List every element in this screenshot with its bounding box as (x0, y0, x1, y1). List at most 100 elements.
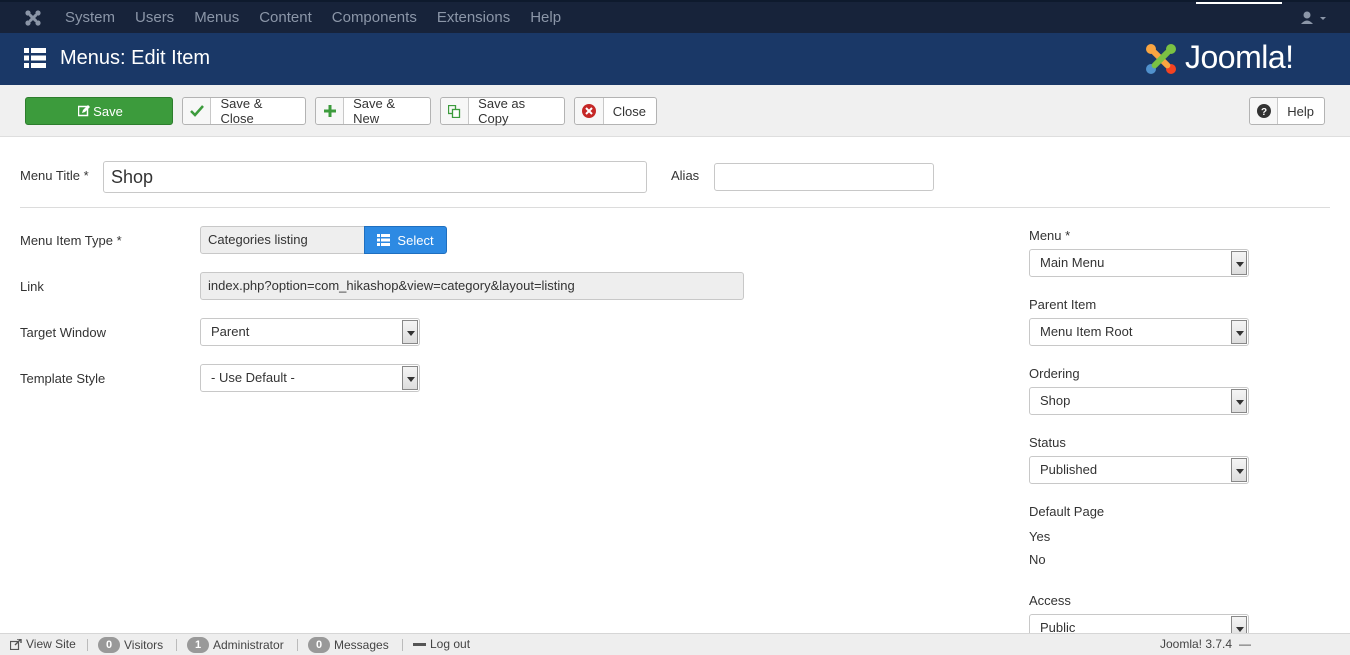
save-copy-label: Save as Copy (478, 96, 526, 126)
top-indicator (1196, 2, 1282, 4)
status-label: Status (1029, 435, 1066, 450)
divider (20, 207, 1330, 208)
parent-item-select[interactable]: Menu Item Root (1029, 318, 1249, 346)
page-title: Menus: Edit Item (60, 47, 211, 69)
template-style-select[interactable]: - Use Default - (200, 364, 420, 392)
ordering-select[interactable]: Shop (1029, 387, 1249, 415)
chevron-down-icon (1231, 458, 1247, 482)
topnav-item-components[interactable]: Components (332, 2, 417, 35)
link-label: Link (20, 279, 44, 294)
list-icon (377, 234, 391, 246)
topnav-item-help[interactable]: Help (530, 2, 561, 35)
view-site-label: View Site (26, 637, 76, 651)
menu-item-type-label: Menu Item Type * (20, 233, 122, 248)
menu-title-value: Shop (111, 167, 154, 187)
logout-link[interactable]: Log out (413, 637, 470, 651)
default-page-yes[interactable]: Yes (1029, 529, 1050, 544)
link-field: index.php?option=com_hikashop&view=categ… (200, 272, 744, 300)
edit-icon (75, 98, 93, 124)
template-style-value: - Use Default - (211, 370, 295, 385)
alias-label: Alias (671, 168, 700, 183)
visitors-label: Visitors (124, 638, 164, 652)
separator (402, 639, 403, 651)
topnav-item-system[interactable]: System (65, 2, 115, 35)
plus-icon (316, 98, 345, 124)
status-value: Published (1040, 462, 1098, 477)
save-close-button[interactable]: Save & Close (182, 96, 306, 126)
select-type-button[interactable]: Select (364, 226, 447, 254)
separator (297, 639, 298, 651)
menu-title-field[interactable]: Shop (103, 161, 647, 193)
joomla-logo-icon (1146, 44, 1176, 74)
separator (87, 639, 88, 651)
messages-label: Messages (334, 638, 389, 652)
help-label: Help (1287, 103, 1314, 119)
template-style-label: Template Style (20, 371, 106, 386)
save-new-button[interactable]: Save & New (315, 96, 431, 126)
menu-item-type-value: Categories listing (208, 232, 308, 247)
close-button[interactable]: Close (574, 97, 657, 125)
copy-icon (441, 98, 470, 124)
version-label: Joomla! 3.7.4 (1160, 637, 1233, 651)
version-info: Joomla! 3.7.4 — (1160, 637, 1251, 651)
admin-link[interactable]: 1 Administrator (187, 637, 284, 653)
menu-list-icon (24, 48, 46, 68)
target-window-value: Parent (211, 324, 250, 339)
messages-count: 0 (308, 637, 330, 653)
version-suffix: — (1239, 637, 1252, 651)
default-page-no[interactable]: No (1029, 552, 1046, 567)
svg-text:?: ? (1261, 107, 1267, 118)
ordering-value: Shop (1040, 393, 1071, 408)
save-new-label: Save & New (353, 96, 396, 126)
parent-item-value: Menu Item Root (1040, 324, 1133, 339)
chevron-down-icon (1231, 251, 1247, 275)
status-select[interactable]: Published (1029, 456, 1249, 484)
parent-item-label: Parent Item (1029, 297, 1097, 312)
help-button[interactable]: ? Help (1249, 97, 1325, 125)
select-label: Select (397, 232, 434, 248)
visitors-count: 0 (98, 637, 120, 653)
separator (176, 639, 177, 651)
save-button[interactable]: Save (25, 97, 173, 125)
menu-select[interactable]: Main Menu (1029, 249, 1249, 277)
chevron-down-icon (402, 366, 418, 390)
admin-count: 1 (187, 637, 209, 653)
status-bar: View Site 0 Visitors 1 Administrator 0 M… (0, 633, 1350, 655)
topnav-item-content[interactable]: Content (259, 2, 312, 35)
chevron-down-icon (1231, 389, 1247, 413)
user-menu-icon[interactable] (1300, 10, 1328, 26)
close-label: Close (612, 103, 646, 119)
menu-item-type-field: Categories listing (200, 226, 365, 254)
topnav-item-menus[interactable]: Menus (194, 2, 239, 35)
topnav-item-users[interactable]: Users (135, 2, 174, 35)
save-label: Save (93, 103, 123, 119)
minus-icon (413, 642, 426, 646)
chevron-down-icon (1231, 320, 1247, 344)
access-label: Access (1029, 593, 1071, 608)
admin-label: Administrator (213, 638, 284, 652)
cancel-icon (575, 98, 604, 124)
visitors-link[interactable]: 0 Visitors (98, 637, 163, 653)
messages-link[interactable]: 0 Messages (308, 637, 389, 653)
topnav-item-extensions[interactable]: Extensions (437, 2, 510, 35)
toolbar: Save Save & Close Save & New Save as Cop… (0, 85, 1350, 137)
page-header: Menus: Edit Item Joomla! (0, 33, 1350, 85)
joomla-brand-text: Joomla! (1185, 39, 1294, 75)
save-close-label: Save & Close (220, 96, 263, 126)
menu-title-label: Menu Title * (20, 168, 89, 183)
view-site-link[interactable]: View Site (10, 637, 76, 651)
ordering-label: Ordering (1029, 366, 1080, 381)
target-window-label: Target Window (20, 325, 106, 340)
save-copy-button[interactable]: Save as Copy (440, 96, 565, 126)
link-value: index.php?option=com_hikashop&view=categ… (208, 278, 575, 293)
target-window-select[interactable]: Parent (200, 318, 420, 346)
check-icon (183, 98, 212, 124)
menu-label: Menu * (1029, 228, 1071, 243)
default-page-label: Default Page (1029, 504, 1105, 519)
logout-label: Log out (430, 637, 471, 651)
alias-field[interactable] (714, 163, 934, 191)
chevron-down-icon (402, 320, 418, 344)
top-menu: System Users Menus Content Components Ex… (65, 2, 581, 35)
question-icon: ? (1250, 98, 1279, 124)
joomla-icon[interactable] (24, 9, 42, 27)
